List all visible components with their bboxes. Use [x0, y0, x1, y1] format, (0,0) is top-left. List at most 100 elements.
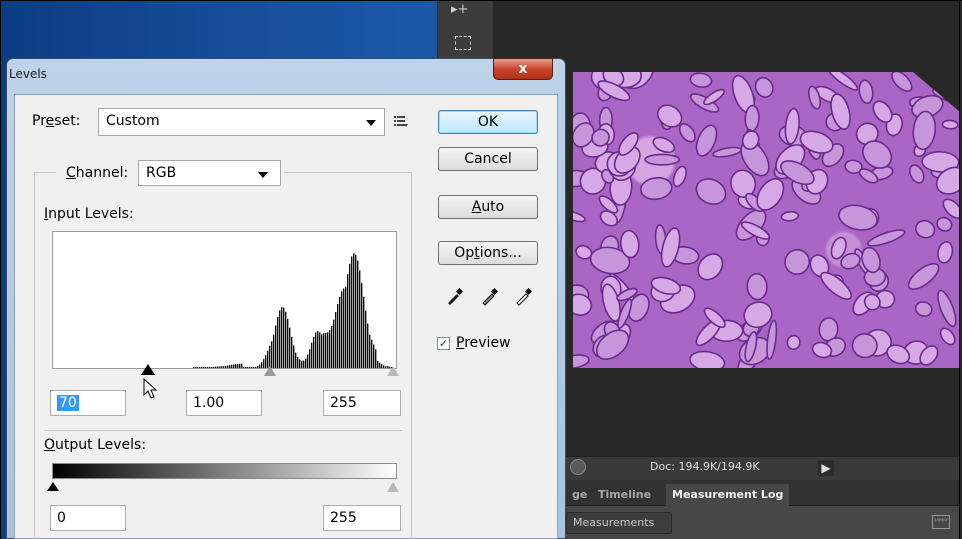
histogram-bar	[289, 327, 291, 368]
histogram-bar	[295, 352, 297, 368]
histogram-bar	[291, 336, 293, 368]
histogram-bar	[271, 341, 273, 368]
histogram-bar	[287, 318, 289, 368]
tab-timeline[interactable]: Timeline	[592, 484, 657, 506]
input-gamma-slider[interactable]	[264, 366, 276, 376]
histogram-bar	[209, 367, 211, 368]
move-tool-icon[interactable]: ▸+	[451, 2, 468, 17]
gland-shape	[712, 146, 742, 158]
histogram-bar	[293, 345, 295, 368]
histogram-bar	[261, 362, 263, 368]
histogram-bar	[225, 365, 227, 368]
input-black-slider[interactable]	[141, 364, 155, 375]
histogram-bar	[355, 254, 357, 368]
histogram-bar	[237, 363, 239, 368]
gray-eyedropper-icon[interactable]	[480, 286, 500, 306]
histogram-bar	[323, 333, 325, 368]
histogram-bar	[307, 354, 309, 368]
preset-options-icon[interactable]	[394, 114, 408, 128]
histogram-bar	[203, 367, 205, 368]
histogram-bar	[251, 367, 253, 368]
gland-shape	[936, 216, 953, 232]
left-border	[0, 0, 1, 539]
histogram-bar	[211, 367, 213, 368]
histogram-bar	[199, 367, 201, 368]
histogram-bar	[357, 260, 359, 368]
histogram-bar	[299, 359, 301, 368]
tissue-texture	[573, 72, 960, 368]
auto-button[interactable]: Auto	[438, 195, 538, 219]
ok-button[interactable]: OK	[438, 110, 538, 134]
histogram-bar	[369, 334, 371, 368]
gland-shape	[652, 136, 676, 154]
gland-shape	[746, 272, 768, 301]
histogram-bar	[301, 360, 303, 368]
histogram-bar	[285, 311, 287, 368]
histogram-bar	[309, 349, 311, 368]
cancel-button[interactable]: Cancel	[438, 147, 538, 171]
histogram-bar	[337, 303, 339, 368]
histogram-bar	[371, 339, 373, 368]
histogram-bar	[239, 363, 241, 368]
histogram-bar	[245, 367, 247, 368]
gland-shape	[695, 178, 727, 205]
histogram-bar	[315, 332, 317, 368]
preset-value: Custom	[106, 113, 160, 129]
tab-measurement-log[interactable]: Measurement Log	[666, 484, 790, 506]
ruler-icon[interactable]: ᴹᴹᴹ	[932, 515, 950, 529]
histogram-bar	[213, 366, 215, 368]
histogram-bar	[229, 365, 231, 368]
histogram-bar	[303, 360, 305, 368]
histogram-bar	[377, 360, 379, 368]
histogram-bar	[259, 364, 261, 368]
output-white-field[interactable]: 255	[323, 505, 401, 531]
document-image[interactable]	[573, 72, 960, 368]
histogram-bar	[219, 366, 221, 368]
tab-truncated[interactable]: ge	[566, 484, 593, 506]
histogram-bar	[319, 332, 321, 368]
output-black-field[interactable]: 0	[50, 505, 126, 531]
histogram-bar	[375, 349, 377, 368]
status-indicator-icon	[570, 459, 586, 475]
record-measurements-button[interactable]: Measurements	[566, 512, 672, 534]
input-white-slider[interactable]	[387, 366, 399, 376]
output-white-slider[interactable]	[387, 482, 399, 492]
status-bar	[566, 456, 960, 480]
histogram-bar	[367, 323, 369, 368]
output-black-slider[interactable]	[47, 482, 59, 491]
gland-shape	[644, 153, 680, 166]
channel-value: RGB	[146, 165, 177, 181]
top-border	[0, 0, 962, 1]
histogram-bar	[329, 330, 331, 368]
histogram-bar	[317, 331, 319, 368]
doc-size-status: Doc: 194.9K/194.9K	[650, 460, 760, 473]
marquee-tool-icon[interactable]	[455, 36, 471, 50]
gland-shape	[914, 301, 933, 317]
gland-shape	[766, 319, 778, 361]
status-menu-arrow-icon[interactable]: ▶	[818, 460, 834, 476]
options-button[interactable]: Options...	[438, 241, 538, 265]
channel-chevron-down-icon	[258, 172, 268, 178]
histogram-bar	[235, 364, 237, 368]
input-white-field[interactable]: 255	[323, 390, 401, 416]
histogram-bar	[257, 365, 259, 368]
histogram-bar	[341, 291, 343, 368]
histogram-bar	[313, 336, 315, 368]
output-levels-label: Output Levels:	[44, 437, 147, 453]
preview-label: Preview	[456, 335, 511, 351]
histogram-bar	[253, 367, 255, 368]
screen: ▸+ Doc: 194.9K/194.9K ▶ ge Timeline Meas…	[0, 0, 962, 539]
input-gamma-field[interactable]: 1.00	[186, 390, 262, 416]
histogram-bar	[283, 307, 285, 368]
right-border	[959, 0, 960, 539]
gland-shape	[689, 72, 713, 88]
black-eyedropper-icon[interactable]	[445, 286, 465, 306]
white-eyedropper-icon[interactable]	[514, 286, 534, 306]
histogram-bar	[305, 358, 307, 368]
histogram-bar	[249, 367, 251, 368]
close-button[interactable]: x	[493, 58, 553, 80]
preview-checkbox[interactable]: ✓	[437, 337, 450, 350]
gland-shape	[867, 229, 906, 247]
gland-shape	[937, 289, 957, 328]
input-black-field[interactable]: 70	[50, 390, 126, 416]
